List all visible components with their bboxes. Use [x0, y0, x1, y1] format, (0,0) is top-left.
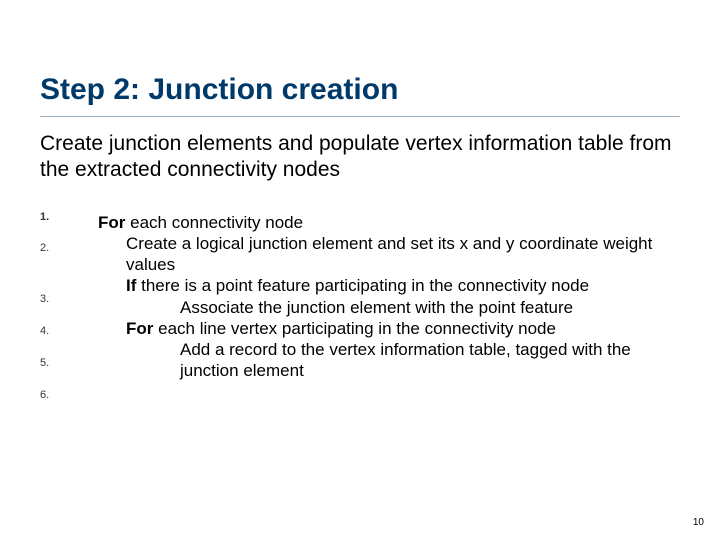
line-number: 5. — [40, 358, 70, 369]
algo-line-3: If there is a point feature participatin… — [98, 275, 680, 296]
algorithm-block: 1. 2. 3. 4. 5. 6. For each connectivity … — [40, 212, 680, 401]
slide-title: Step 2: Junction creation — [40, 72, 680, 108]
line-number: 6. — [40, 390, 70, 401]
title-rule — [40, 116, 680, 117]
algo-line-2: Create a logical junction element and se… — [98, 233, 680, 276]
algo-line-6: Add a record to the vertex information t… — [98, 339, 680, 382]
keyword-for: For — [126, 319, 153, 338]
algo-text: there is a point feature participating i… — [136, 276, 589, 295]
algo-text: each connectivity node — [125, 213, 303, 232]
line-number: 2. — [40, 243, 70, 254]
algo-line-5: For each line vertex participating in th… — [98, 318, 680, 339]
slide: Step 2: Junction creation Create junctio… — [0, 0, 720, 540]
algo-text: each line vertex participating in the co… — [153, 319, 556, 338]
slide-subtitle: Create junction elements and populate ve… — [40, 131, 680, 184]
line-number: 1. — [40, 212, 70, 223]
line-number: 4. — [40, 326, 70, 337]
keyword-if: If — [126, 276, 136, 295]
algorithm-text: For each connectivity node Create a logi… — [98, 212, 680, 401]
algo-line-1: For each connectivity node — [98, 212, 680, 233]
page-number: 10 — [693, 517, 704, 528]
keyword-for: For — [98, 213, 125, 232]
line-numbers: 1. 2. 3. 4. 5. 6. — [40, 212, 70, 401]
algo-line-4: Associate the junction element with the … — [98, 297, 680, 318]
line-number: 3. — [40, 294, 70, 305]
